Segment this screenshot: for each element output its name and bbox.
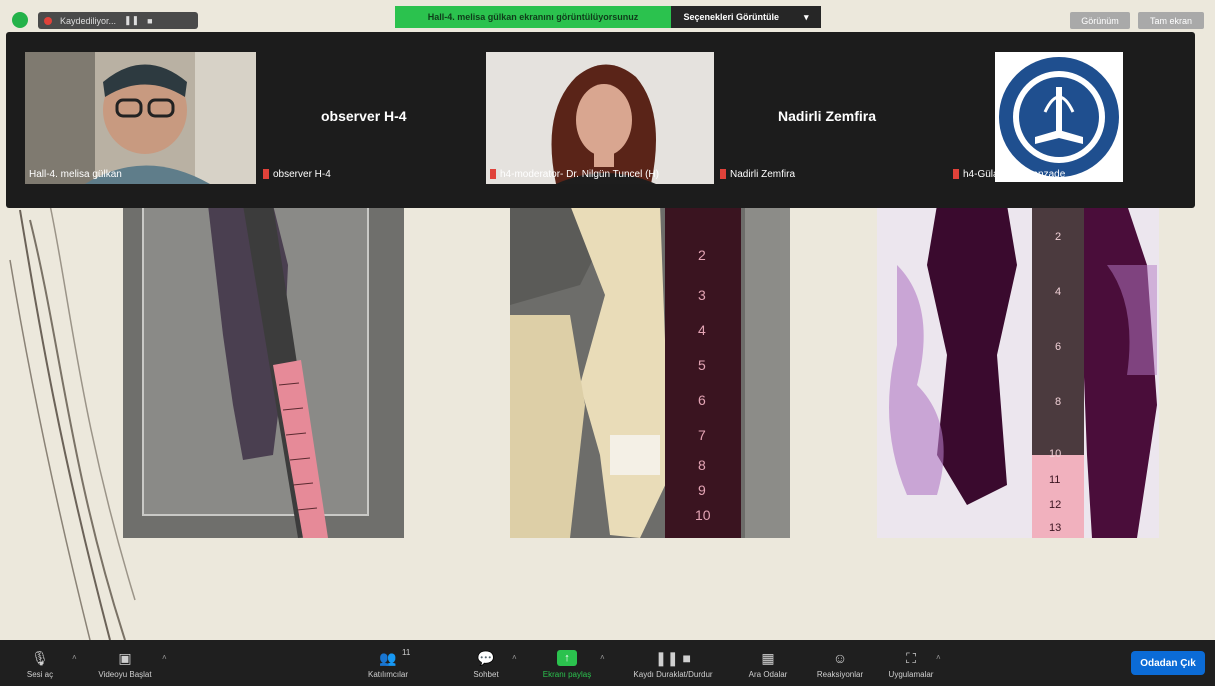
top-bar: Kaydediliyor... ❚❚ ■ Hall-4. melisa gülk… xyxy=(0,0,1215,30)
chevron-up-icon[interactable]: ˄ xyxy=(162,653,167,662)
share-screen-icon: ↑ xyxy=(557,649,577,666)
participant-video xyxy=(25,52,256,184)
mic-muted-icon xyxy=(720,169,726,180)
fullscreen-label: Tam ekran xyxy=(1149,15,1193,26)
leave-room-button[interactable]: Odadan Çık xyxy=(1131,651,1205,675)
svg-text:4: 4 xyxy=(698,322,706,338)
chevron-down-icon: ▾ xyxy=(803,11,809,22)
chat-button[interactable]: 💬 Sohbet xyxy=(450,644,522,684)
specimen-image-1 xyxy=(123,205,404,538)
fullscreen-button[interactable]: Tam ekran xyxy=(1138,12,1204,29)
meeting-toolbar: 🎙 Sesi aç ˄ ▣ Videoyu Başlat ˄ 👥 Katılım… xyxy=(0,640,1215,686)
stop-icon[interactable]: ■ xyxy=(147,16,152,26)
specimen-image-3: 2 4 6 8 10 11 12 13 xyxy=(877,205,1159,538)
apps-button[interactable]: ⛶ Uygulamalar xyxy=(876,644,946,684)
shield-icon[interactable] xyxy=(12,12,28,28)
record-pause-icon: ❚❚ ■ xyxy=(655,649,691,666)
svg-text:2: 2 xyxy=(1055,231,1061,243)
view-options-label: Seçenekleri Görüntüle xyxy=(683,12,780,22)
chevron-up-icon[interactable]: ˄ xyxy=(512,653,517,662)
participant-tile[interactable]: h4-Gülara Gurbanzade xyxy=(951,52,1176,184)
svg-text:6: 6 xyxy=(698,392,706,408)
video-off-icon: ▣ xyxy=(118,649,132,666)
participants-icon: 👥 xyxy=(379,649,397,666)
participant-name: h4-moderator- Dr. Nilgün Tuncel (H) xyxy=(490,169,659,180)
participant-tile[interactable]: observer H-4 observer H-4 xyxy=(261,52,481,184)
view-label: Görünüm xyxy=(1081,15,1119,26)
participant-display-name: Nadirli Zemfira xyxy=(778,108,877,124)
participant-tile[interactable]: Hall-4. melisa gülkan xyxy=(25,52,256,184)
university-seal-image xyxy=(995,52,1123,182)
mic-muted-icon xyxy=(263,169,269,180)
participants-button[interactable]: 👥 Katılımcılar xyxy=(350,644,426,684)
recording-indicator[interactable]: Kaydediliyor... ❚❚ ■ xyxy=(38,12,198,29)
recording-label: Kaydediliyor... xyxy=(60,15,117,26)
breakout-rooms-button[interactable]: ▦ Ara Odalar xyxy=(736,644,800,684)
record-dot-icon xyxy=(44,16,52,25)
participant-name: Hall-4. melisa gülkan xyxy=(29,169,122,180)
svg-text:11: 11 xyxy=(1049,474,1060,486)
svg-text:4: 4 xyxy=(1055,286,1061,298)
mic-muted-icon xyxy=(953,169,959,180)
unmute-button[interactable]: 🎙 Sesi aç xyxy=(4,644,76,684)
sharing-banner: Hall-4. melisa gülkan ekranını görüntülü… xyxy=(395,6,671,28)
chat-icon: 💬 xyxy=(477,649,495,666)
svg-text:10: 10 xyxy=(695,507,711,523)
start-video-button[interactable]: ▣ Videoyu Başlat xyxy=(90,644,160,684)
participant-name: h4-Gülara Gurbanzade xyxy=(953,169,1065,180)
mic-muted-icon xyxy=(490,169,496,180)
chevron-up-icon[interactable]: ˄ xyxy=(72,653,77,662)
svg-text:3: 3 xyxy=(698,287,706,303)
svg-text:6: 6 xyxy=(1055,341,1061,353)
svg-text:12: 12 xyxy=(1049,499,1061,511)
participant-tile[interactable]: Nadirli Zemfira Nadirli Zemfira xyxy=(718,52,946,184)
record-pause-stop-button[interactable]: ❚❚ ■ Kaydı Duraklat/Durdur xyxy=(620,644,726,684)
mic-muted-icon: 🎙 xyxy=(31,649,49,666)
svg-text:10: 10 xyxy=(1049,448,1061,460)
share-screen-button[interactable]: ↑ Ekranı paylaş xyxy=(532,644,602,684)
view-button[interactable]: Görünüm xyxy=(1070,12,1130,29)
participant-count: 11 xyxy=(402,648,411,657)
svg-text:2: 2 xyxy=(698,247,706,263)
participant-name: Nadirli Zemfira xyxy=(720,169,795,180)
svg-text:8: 8 xyxy=(698,457,706,473)
breakout-rooms-icon: ▦ xyxy=(761,649,775,666)
apps-icon: ⛶ xyxy=(906,649,916,666)
participant-display-name: observer H-4 xyxy=(321,108,407,124)
svg-text:13: 13 xyxy=(1049,522,1061,534)
participant-name: observer H-4 xyxy=(263,169,331,180)
svg-text:5: 5 xyxy=(698,357,706,373)
participant-gallery: Hall-4. melisa gülkan observer H-4 obser… xyxy=(6,32,1195,208)
sharing-text: Hall-4. melisa gülkan ekranını görüntülü… xyxy=(427,12,639,22)
svg-text:8: 8 xyxy=(1055,396,1061,408)
svg-text:7: 7 xyxy=(698,427,706,443)
reactions-button[interactable]: ☺ Reaksiyonlar xyxy=(805,644,875,684)
specimen-image-2: 2 3 4 5 6 7 8 9 10 xyxy=(510,205,790,538)
chevron-up-icon[interactable]: ˄ xyxy=(936,653,941,662)
chevron-up-icon[interactable]: ˄ xyxy=(600,653,605,662)
view-options-button[interactable]: Seçenekleri Görüntüle ▾ xyxy=(671,6,821,28)
participant-tile[interactable]: h4-moderator- Dr. Nilgün Tuncel (H) xyxy=(486,52,714,184)
pause-icon[interactable]: ❚❚ xyxy=(124,15,139,26)
reactions-icon: ☺ xyxy=(832,649,848,666)
svg-text:9: 9 xyxy=(698,482,706,498)
participant-video xyxy=(486,52,714,184)
